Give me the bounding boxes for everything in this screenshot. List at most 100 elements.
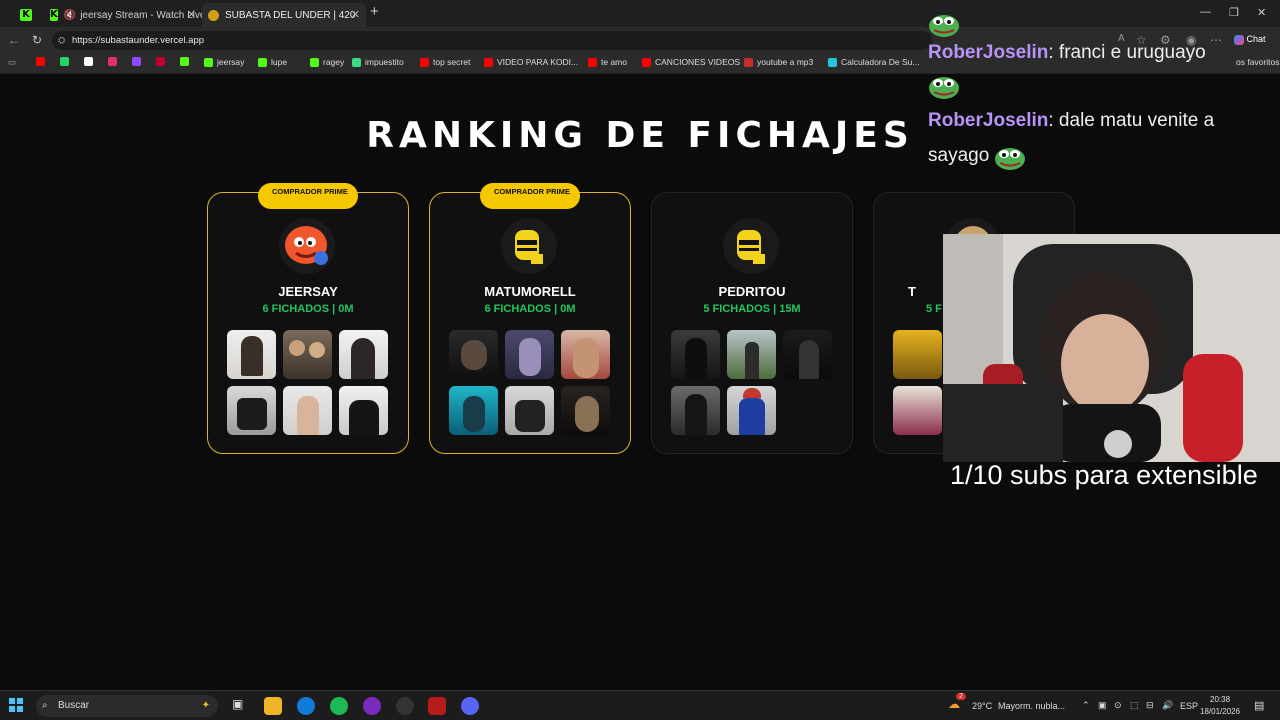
bookmark-favicon-icon xyxy=(204,57,213,67)
bookmarks-menu-icon[interactable]: ▭ xyxy=(8,57,16,68)
bookmark-item[interactable] xyxy=(132,57,141,66)
url-text: https://subastaunder.vercel.app xyxy=(72,35,205,46)
network-icon[interactable]: ⊟ xyxy=(1146,700,1154,711)
bookmark-item[interactable]: Calculadora De Su... xyxy=(828,57,919,67)
voicemod-icon[interactable] xyxy=(428,697,446,715)
player-photo[interactable] xyxy=(449,330,498,379)
clock-time[interactable]: 20:38 xyxy=(1210,695,1230,704)
discord-icon[interactable] xyxy=(461,697,479,715)
bookmark-item[interactable] xyxy=(180,57,189,66)
ranking-card-jeersay[interactable]: COMPRADOR PRIME JEERSAY 6 FICHADOS | 0M xyxy=(207,183,409,454)
stream-chat-overlay: RoberJoselin: franci e uruguayo RoberJos… xyxy=(928,10,1280,174)
bookmark-label: te amo xyxy=(601,57,627,67)
player-photo[interactable] xyxy=(783,330,832,379)
site-info-icon[interactable]: ⛭ xyxy=(58,31,65,50)
bookmark-item[interactable]: youtube a mp3 xyxy=(744,57,813,67)
tab-subasta[interactable]: SUBASTA DEL UNDER | 420 ✕ xyxy=(202,3,366,27)
reload-icon[interactable]: ↻ xyxy=(32,33,42,47)
player-photo[interactable] xyxy=(671,330,720,379)
bookmark-favicon-icon xyxy=(108,57,117,66)
clock-date[interactable]: 18/01/2026 xyxy=(1200,707,1240,716)
url-field[interactable]: ⛭ https://subastaunder.vercel.app xyxy=(52,31,932,50)
pepe-emote-icon xyxy=(929,15,959,37)
chat-username: RoberJoselin xyxy=(928,110,1049,131)
tray-icon[interactable]: ▣ xyxy=(1098,700,1107,711)
tab-label: SUBASTA DEL UNDER | 420 xyxy=(225,9,356,21)
bookmark-item[interactable]: top secret xyxy=(420,57,470,67)
sparkle-icon: ✦ xyxy=(201,700,210,711)
player-photo[interactable] xyxy=(505,386,554,435)
task-view-icon[interactable]: ▣ xyxy=(232,697,250,715)
player-photo[interactable] xyxy=(561,330,610,379)
spotify-icon[interactable] xyxy=(330,697,348,715)
pepe-emote-icon xyxy=(994,147,1025,170)
chat-username: RoberJoselin xyxy=(928,42,1049,63)
tab-jeersay-stream[interactable]: K 🔇 jeersay Stream - Watch Live o ✕ xyxy=(44,3,202,27)
chat-emote-row xyxy=(928,10,1280,44)
new-tab-button[interactable]: + xyxy=(370,3,379,20)
bookmark-item[interactable] xyxy=(84,57,93,66)
windows-start-icon[interactable] xyxy=(9,698,23,712)
bookmark-label: top secret xyxy=(433,57,471,67)
bookmark-item[interactable]: jeersay xyxy=(204,57,244,67)
back-icon[interactable]: ← xyxy=(8,33,20,47)
bookmark-label: Calculadora De Su... xyxy=(841,57,920,67)
ranking-card-matumorell[interactable]: COMPRADOR PRIME MATUMORELL 6 FICHADOS | … xyxy=(429,183,631,454)
notifications-icon[interactable]: ▤ xyxy=(1254,699,1264,712)
bookmark-item[interactable] xyxy=(36,57,45,66)
buyer-name: T xyxy=(908,284,916,299)
bookmark-favicon-icon xyxy=(36,57,45,66)
bookmark-label: CANCIONES VIDEOS xyxy=(655,57,741,67)
bookmark-item[interactable] xyxy=(108,57,117,66)
player-photo[interactable] xyxy=(449,386,498,435)
muted-speaker-icon[interactable]: 🔇 xyxy=(64,10,76,21)
bookmark-item[interactable]: impuestito xyxy=(352,57,404,67)
bookmark-item[interactable]: CANCIONES VIDEOS xyxy=(642,57,740,67)
bookmark-item[interactable] xyxy=(156,57,165,66)
tab-kick-pinned[interactable]: K xyxy=(14,3,44,27)
show-hidden-icons[interactable]: ⌃ xyxy=(1082,700,1090,711)
player-photo[interactable] xyxy=(227,330,276,379)
bookmark-label: lupe xyxy=(271,57,288,67)
taskbar-search[interactable]: ⌕ Buscar ✦ xyxy=(36,695,218,717)
player-photo[interactable] xyxy=(283,330,332,379)
player-photo[interactable] xyxy=(727,386,776,435)
bookmark-item[interactable] xyxy=(60,57,69,66)
ranking-card-pedritou[interactable]: PEDRITOU 5 FICHADOS | 15M xyxy=(651,192,853,454)
search-icon: ⌕ xyxy=(42,700,48,711)
bookmark-favicon-icon xyxy=(642,57,651,67)
volume-icon[interactable]: 🔊 xyxy=(1162,700,1173,711)
weather-desc[interactable]: Mayorm. nubla... xyxy=(998,701,1065,711)
bookmark-favicon-icon xyxy=(352,57,361,67)
tray-icon[interactable]: ⬚ xyxy=(1130,700,1139,711)
file-explorer-icon[interactable] xyxy=(264,697,282,715)
close-icon[interactable]: ✕ xyxy=(351,8,360,21)
weather-temp[interactable]: 29°C xyxy=(972,701,992,711)
bookmark-item[interactable]: ragey xyxy=(310,57,344,67)
bookmark-item[interactable]: VIDEO PARA KODI... xyxy=(484,57,578,67)
close-icon[interactable]: ✕ xyxy=(187,8,196,21)
chat-emote-row xyxy=(928,64,1280,104)
language-indicator[interactable]: ESP xyxy=(1180,701,1198,711)
player-photo[interactable] xyxy=(339,330,388,379)
player-photo[interactable] xyxy=(505,330,554,379)
player-photo[interactable] xyxy=(671,386,720,435)
edge-browser-icon[interactable] xyxy=(297,697,315,715)
player-photo[interactable] xyxy=(893,330,942,379)
obs-icon[interactable] xyxy=(396,697,414,715)
bookmark-item[interactable]: te amo xyxy=(588,57,627,67)
bookmark-favicon-icon xyxy=(420,57,429,67)
player-photo[interactable] xyxy=(561,386,610,435)
bookmark-favicon-icon xyxy=(84,57,93,66)
player-photo[interactable] xyxy=(727,330,776,379)
tray-icon[interactable]: ⊙ xyxy=(1114,700,1122,711)
player-photo[interactable] xyxy=(893,386,942,435)
player-photo[interactable] xyxy=(283,386,332,435)
buyer-stats: 6 FICHADOS | 0M xyxy=(484,303,576,315)
player-photo[interactable] xyxy=(339,386,388,435)
bookmark-favicon-icon xyxy=(310,57,319,67)
app-c-icon[interactable] xyxy=(363,697,381,715)
bookmark-item[interactable]: lupe xyxy=(258,57,287,67)
orange-cartoon-avatar xyxy=(279,218,335,274)
player-photo[interactable] xyxy=(227,386,276,435)
